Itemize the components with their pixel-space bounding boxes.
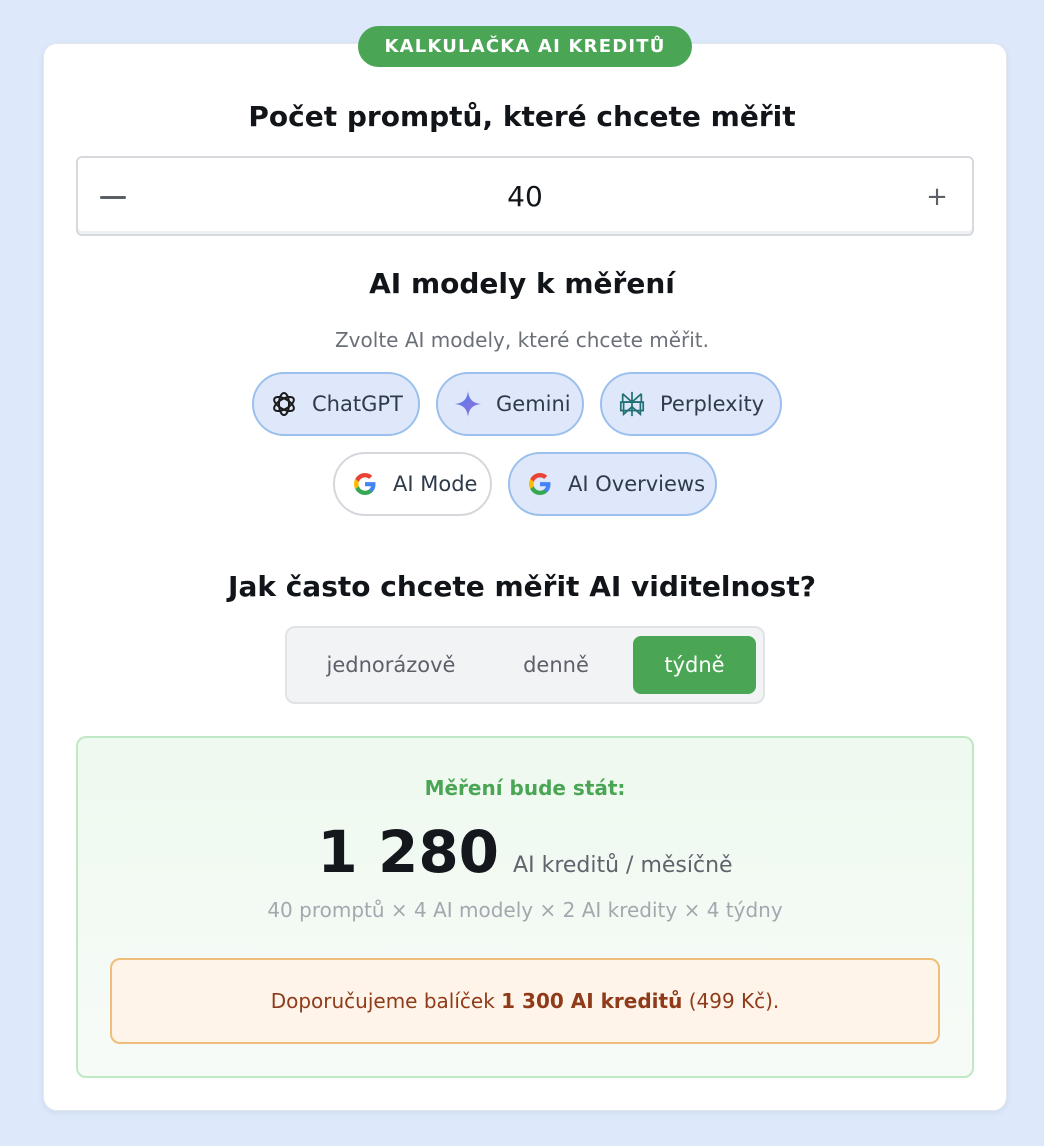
model-chip-label: Gemini xyxy=(496,392,571,416)
model-chip-label: ChatGPT xyxy=(312,392,403,416)
model-chip-perplexity[interactable]: Perplexity xyxy=(600,372,782,436)
reco-prefix: Doporučujeme balíček xyxy=(270,989,495,1013)
cost-result-panel: Měření bude stát: 1 280 AI kreditů / měsí… xyxy=(76,736,974,1078)
frequency-heading: Jak často chcete měřit AI viditelnost? xyxy=(228,570,816,603)
gemini-icon xyxy=(454,390,482,418)
cost-label: Měření bude stát: xyxy=(424,776,626,800)
model-chip-label: AI Overviews xyxy=(568,472,706,496)
model-chip-label: Perplexity xyxy=(660,392,765,416)
prompts-heading: Počet promptů, které chcete měřit xyxy=(248,100,796,133)
prompt-count-input[interactable]: 40 xyxy=(78,180,972,213)
google-icon xyxy=(526,470,554,498)
reco-price: (499 Kč). xyxy=(688,989,780,1013)
cost-formula: 40 promptů × 4 AI modely × 2 AI kredity … xyxy=(267,898,783,922)
model-chip-chatgpt[interactable]: ChatGPT xyxy=(252,372,420,436)
calculator-badge: KALKULAČKA AI KREDITŮ xyxy=(358,26,692,67)
frequency-option-weekly[interactable]: týdně xyxy=(633,636,756,694)
model-chip-ai-overviews[interactable]: AI Overviews xyxy=(508,452,717,516)
cost-value: 1 280 xyxy=(317,818,500,886)
reco-package: 1 300 AI kreditů xyxy=(501,989,683,1013)
models-subtitle: Zvolte AI modely, které chcete měřit. xyxy=(334,328,709,352)
package-recommendation: Doporučujeme balíček 1 300 AI kreditů (4… xyxy=(110,958,940,1044)
models-heading: AI modely k měření xyxy=(369,267,675,300)
model-chip-gemini[interactable]: Gemini xyxy=(436,372,584,436)
prompt-count-stepper: 40 + xyxy=(76,156,974,236)
frequency-selector: jednorázově denně týdně xyxy=(285,626,765,704)
chatgpt-icon xyxy=(270,390,298,418)
frequency-option-daily[interactable]: denně xyxy=(477,636,635,694)
frequency-option-once[interactable]: jednorázově xyxy=(305,636,477,694)
google-icon xyxy=(351,470,379,498)
model-chip-label: AI Mode xyxy=(393,472,478,496)
increment-button[interactable]: + xyxy=(922,178,952,216)
perplexity-icon xyxy=(618,390,646,418)
model-chip-ai-mode[interactable]: AI Mode xyxy=(333,452,492,516)
cost-total: 1 280 AI kreditů / měsíčně xyxy=(78,818,972,886)
cost-unit: AI kreditů / měsíčně xyxy=(513,853,733,878)
